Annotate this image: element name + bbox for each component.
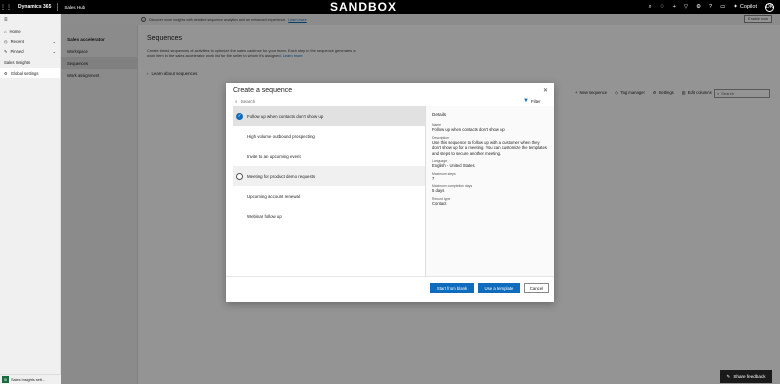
feedback-label: Share feedback <box>733 374 766 379</box>
detail-value: Follow up when contacts don't show up <box>432 127 505 132</box>
search-icon: ⌕ <box>235 98 238 104</box>
checkmark-icon: ✓ <box>236 112 243 120</box>
brand-name[interactable]: Dynamics 365 <box>18 4 51 10</box>
detail-value: English - United States <box>432 163 475 168</box>
hamburger-icon[interactable]: ≡ <box>0 14 60 26</box>
create-sequence-dialog: Create a sequence ✕ ⌕ Search ▼ Filter ✓ … <box>226 83 554 302</box>
dialog-footer: Start from blank Use a template Cancel <box>226 276 554 302</box>
template-list: ✓ Follow up when contacts don't show up … <box>233 106 425 276</box>
top-bar: ⋮⋮ Dynamics 365 Sales Hub SANDBOX ⌕ ♢ + … <box>0 0 780 14</box>
chat-icon[interactable]: ▭ <box>720 4 725 10</box>
template-label: Upcoming account renewal <box>247 193 300 199</box>
detail-value: Use this sequence to follow up with a cu… <box>432 139 547 156</box>
area-switcher[interactable]: SI Sales Insights sett... <box>0 374 61 384</box>
search-icon[interactable]: ⌕ <box>649 4 652 11</box>
copilot-button[interactable]: ✦ Copilot <box>733 4 757 10</box>
nav-group-sales-insights: Sales Insights <box>4 60 31 65</box>
filter-button[interactable]: ▼ Filter <box>523 97 541 105</box>
nav-item-label: Recent <box>10 38 24 44</box>
template-label: Webinar follow up <box>247 213 282 219</box>
chevron-down-icon: ⌄ <box>52 48 56 54</box>
copilot-label: Copilot <box>739 4 757 10</box>
detail-value: 7 <box>432 175 435 181</box>
filter-label: Filter <box>530 98 541 104</box>
avatar[interactable]: DK <box>765 2 774 12</box>
dialog-title: Create a sequence <box>233 87 293 94</box>
details-panel: Details Name Follow up when contacts don… <box>425 106 554 276</box>
close-icon[interactable]: ✕ <box>543 87 548 94</box>
help-icon[interactable]: ? <box>709 4 712 10</box>
radio-button[interactable] <box>236 172 243 180</box>
template-label: Invite to an upcoming event <box>247 153 301 159</box>
details-heading: Details <box>432 112 447 117</box>
template-label: High volume outbound prospecting <box>247 133 315 139</box>
search-placeholder: Search <box>240 98 256 104</box>
template-row[interactable]: High volume outbound prospecting <box>233 126 425 146</box>
clock-icon: ◷ <box>4 38 8 44</box>
nav-item-pinned[interactable]: ✎ Pinned ⌄ <box>0 46 60 56</box>
template-label: Meeting for product demo requests <box>247 173 316 179</box>
filter-icon: ▼ <box>523 98 529 104</box>
template-search-input[interactable]: ⌕ Search <box>235 97 255 105</box>
nav-item-home[interactable]: ⌂ Home <box>0 26 60 36</box>
nav-item-label: Pinned <box>10 48 24 54</box>
gear-icon: ⚙ <box>4 70 8 76</box>
area-label: Sales Insights sett... <box>11 377 45 382</box>
area-badge: SI <box>2 376 9 383</box>
nav-item-label: Home <box>9 28 21 34</box>
copilot-icon: ✦ <box>733 4 738 10</box>
left-nav: ≡ ⌂ Home ◷ Recent ⌄ ✎ Pinned ⌄ Sales Ins… <box>0 14 61 384</box>
environment-label: SANDBOX <box>330 0 398 14</box>
nav-item-global-settings[interactable]: ⚙ Global settings <box>0 68 60 78</box>
template-label: Follow up when contacts don't show up <box>247 113 324 119</box>
template-row[interactable]: Webinar follow up <box>233 206 425 226</box>
feedback-icon: ✎ <box>726 373 731 379</box>
detail-value: Contact <box>432 200 447 206</box>
divider <box>57 3 59 11</box>
nav-item-recent[interactable]: ◷ Recent ⌄ <box>0 36 60 46</box>
chevron-down-icon: ⌄ <box>52 38 56 44</box>
detail-value: 5 days <box>432 188 445 193</box>
home-icon: ⌂ <box>4 28 7 34</box>
pin-icon: ✎ <box>4 48 8 54</box>
app-name[interactable]: Sales Hub <box>64 5 85 10</box>
top-icons: ⌕ ♢ + ▽ ⚙ ? ▭ ✦ Copilot DK <box>649 0 774 14</box>
filter-icon[interactable]: ▽ <box>684 4 688 10</box>
cancel-button[interactable]: Cancel <box>524 283 549 293</box>
share-feedback-button[interactable]: ✎ Share feedback <box>720 370 772 383</box>
start-from-blank-button[interactable]: Start from blank <box>430 283 474 293</box>
app-launcher-icon[interactable]: ⋮⋮ <box>0 0 12 14</box>
plus-icon[interactable]: + <box>673 4 676 10</box>
template-row[interactable]: ✓ Follow up when contacts don't show up <box>233 106 425 126</box>
lightbulb-icon[interactable]: ♢ <box>660 4 665 10</box>
template-row[interactable]: Upcoming account renewal <box>233 186 425 206</box>
use-template-button[interactable]: Use a template <box>478 283 520 293</box>
nav-item-label: Global settings <box>10 70 39 76</box>
template-row[interactable]: Invite to an upcoming event <box>233 146 425 166</box>
settings-icon[interactable]: ⚙ <box>696 4 701 10</box>
template-row[interactable]: Meeting for product demo requests <box>233 166 425 186</box>
